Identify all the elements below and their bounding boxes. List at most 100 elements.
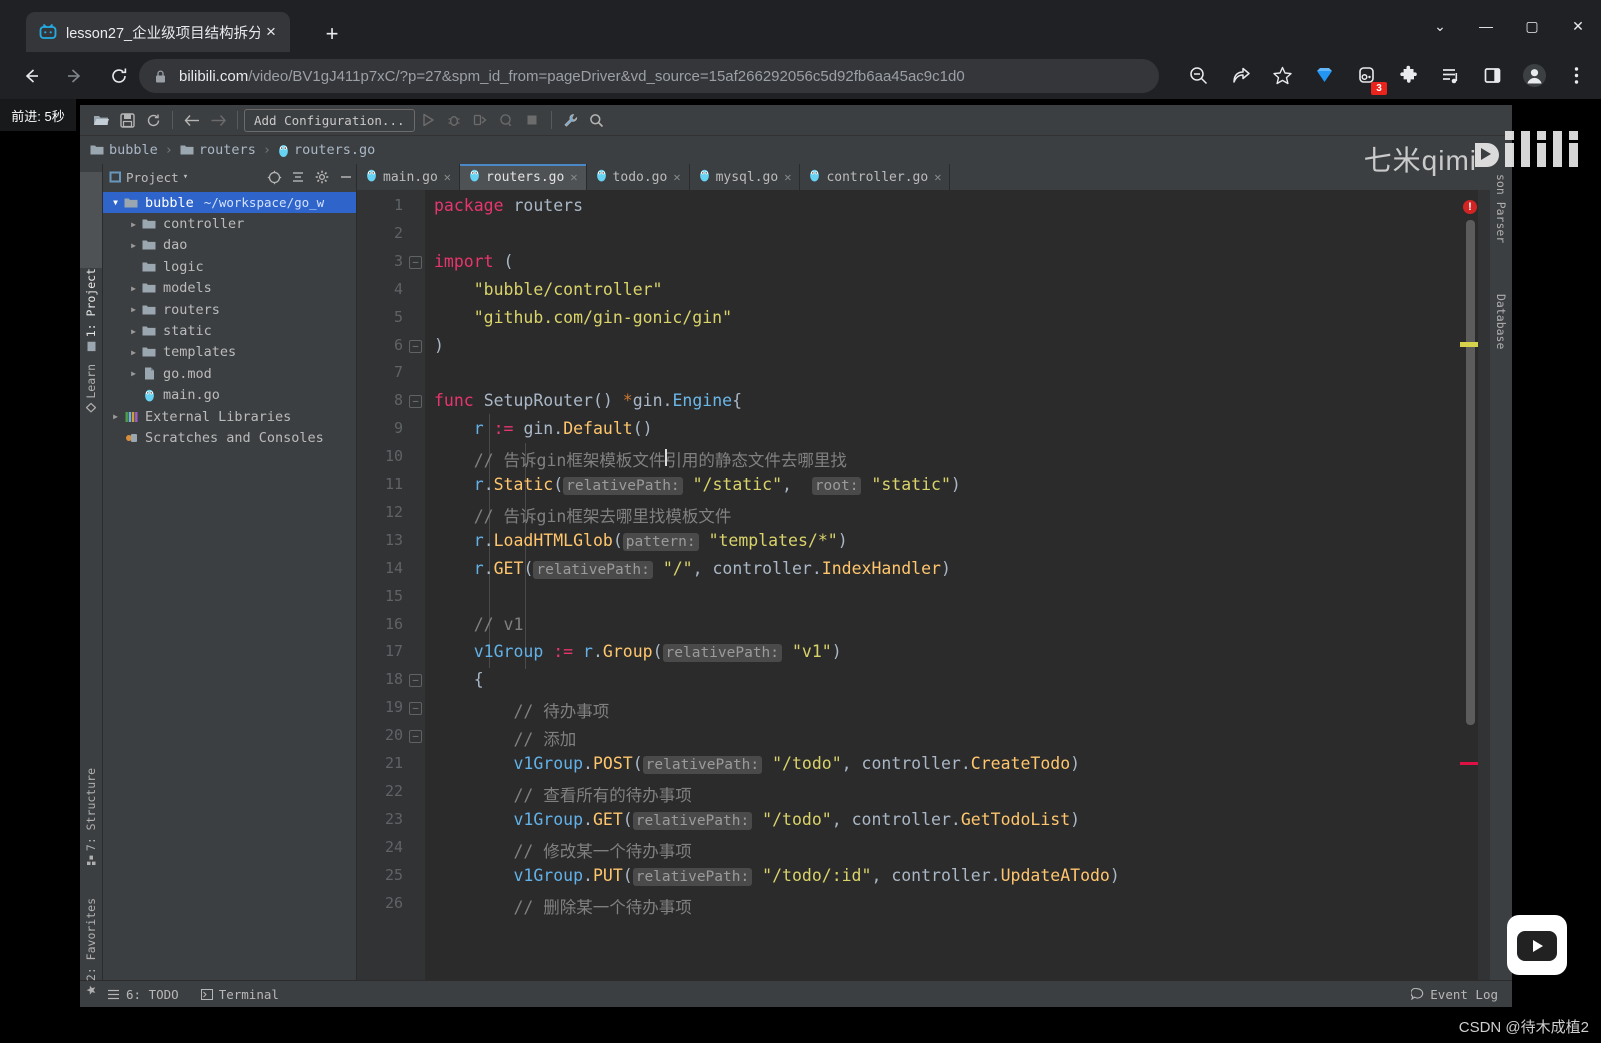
profile-icon[interactable] [1517,58,1551,92]
fold-toggle-icon[interactable] [409,339,422,353]
tree-item-routers[interactable]: ▶ routers [103,299,356,320]
run-configuration-selector[interactable]: Add Configuration... [244,108,415,132]
fold-toggle-icon[interactable] [409,702,422,716]
star-icon[interactable] [1265,58,1299,92]
close-icon[interactable]: ✕ [444,170,451,184]
diamond-icon[interactable] [1307,58,1341,92]
locate-icon[interactable] [264,167,284,187]
save-icon[interactable] [114,108,140,132]
video-player-area[interactable]: 前进: 5秒 Add Configuration... bubble › rou… [0,99,1601,1043]
disclosure-triangle-icon[interactable]: ▶ [127,369,140,378]
wrench-icon[interactable] [558,108,584,132]
close-icon[interactable]: ✕ [934,170,941,184]
disclosure-triangle-icon[interactable]: ▶ [109,412,122,421]
editor-scrollbar[interactable] [1466,220,1475,725]
project-icon [87,341,95,352]
side-panel-icon[interactable] [1475,58,1509,92]
editor-tab-bar[interactable]: main.go ✕ routers.go ✕ todo.go ✕ mysql.go ✕ cont… [357,164,1490,190]
open-folder-icon[interactable] [88,108,114,132]
run-icon[interactable] [415,108,441,132]
disclosure-triangle-icon[interactable]: ▶ [127,327,140,336]
project-tree[interactable]: ▼ bubble ~/workspace/go_w ▶ controller ▶ dao lo… [103,190,356,980]
rail-item-json-parser[interactable]: son Parser [1494,174,1508,243]
ide-forward-icon[interactable] [205,108,231,132]
reload-icon[interactable] [102,59,136,93]
close-icon[interactable]: ✕ [673,170,680,184]
disclosure-triangle-icon[interactable]: ▶ [127,241,140,250]
extension-badge-icon[interactable]: 3 [1349,58,1387,95]
tree-item-bubble[interactable]: ▼ bubble ~/workspace/go_w [103,192,356,214]
disclosure-triangle-icon[interactable]: ▶ [127,348,140,357]
warning-marker[interactable] [1460,342,1478,347]
minimize-icon[interactable]: — [1463,0,1509,52]
disclosure-triangle-icon[interactable]: ▶ [127,305,140,314]
tree-item-models[interactable]: ▶ models [103,278,356,299]
error-marker[interactable] [1460,762,1478,765]
editor-tab-routers-go[interactable]: routers.go ✕ [460,164,587,190]
disclosure-triangle-icon[interactable]: ▼ [109,198,122,207]
breadcrumb-item-bubble[interactable]: bubble [90,142,158,158]
playlist-icon[interactable] [1433,58,1467,92]
close-icon[interactable]: ✕ [570,170,577,184]
rail-item-learn[interactable]: Learn [84,364,98,413]
fold-toggle-icon[interactable] [409,730,422,744]
close-icon[interactable]: ✕ [784,170,791,184]
tree-item-templates[interactable]: ▶ templates [103,342,356,363]
debug-icon[interactable] [441,108,467,132]
address-bar[interactable]: bilibili.com/video/BV1gJ411p7xC/?p=27&sp… [139,59,1159,93]
forward-icon[interactable] [58,59,92,93]
event-log-button[interactable]: Event Log [1411,987,1512,1002]
code-area[interactable]: 1234567891011121314151617181920212223242… [357,190,1490,980]
settings-gear-icon[interactable] [312,167,332,187]
editor-tab-todo-go[interactable]: todo.go ✕ [587,164,690,190]
search-icon[interactable] [584,108,610,132]
chevron-down-icon[interactable]: ▾ [183,172,188,182]
editor-tab-main-go[interactable]: main.go ✕ [357,164,461,190]
puzzle-icon[interactable] [1391,58,1425,92]
tree-item-main-go[interactable]: main.go [103,385,356,406]
collapse-all-icon[interactable] [288,167,308,187]
rail-item-database[interactable]: Database [1494,294,1508,349]
breadcrumb-item-file[interactable]: routers.go [278,142,375,158]
hide-icon[interactable] [336,167,356,187]
share-icon[interactable] [1223,58,1257,92]
tool-window-todo[interactable]: 6: TODO [108,987,179,1002]
profile-run-icon[interactable] [493,108,519,132]
ide-back-icon[interactable] [179,108,205,132]
back-icon[interactable] [14,59,48,93]
zoom-out-icon[interactable] [1181,58,1215,92]
tool-window-terminal[interactable]: Terminal [200,987,279,1002]
coverage-icon[interactable] [467,108,493,132]
fold-toggle-icon[interactable] [409,255,422,269]
fold-toggle-icon[interactable] [409,674,422,688]
editor-tab-mysql-go[interactable]: mysql.go ✕ [690,164,801,190]
marker-track[interactable] [1460,190,1490,980]
tree-item-external-libraries[interactable]: ▶ External Libraries [103,406,356,427]
stop-icon[interactable] [519,108,545,132]
editor-tab-controller-go[interactable]: controller.go ✕ [800,164,951,190]
tree-item-logic[interactable]: logic [103,256,356,277]
fold-toggle-icon[interactable] [409,395,422,409]
browser-tab[interactable]: lesson27_企业级项目结构拆分_ × [26,12,290,52]
kebab-menu-icon[interactable] [1559,58,1593,92]
bilibili-play-logo[interactable] [1507,915,1567,975]
expand-icon[interactable]: ⌄ [1417,0,1463,52]
disclosure-triangle-icon[interactable]: ▶ [127,220,140,229]
rail-item-favorites[interactable]: 2: Favorites [84,898,98,995]
tree-item-static[interactable]: ▶ static [103,320,356,341]
tree-item-controller[interactable]: ▶ controller [103,213,356,234]
rail-item-project[interactable]: 1: Project [84,268,98,352]
source-code[interactable]: package routers import ( "bubble/controll… [425,190,1490,980]
disclosure-triangle-icon[interactable]: ▶ [127,284,140,293]
breadcrumb-item-routers[interactable]: routers [180,142,256,158]
sync-icon[interactable] [140,108,166,132]
error-count-badge[interactable]: ! [1463,200,1477,214]
rail-item-structure[interactable]: 7: Structure [84,768,98,866]
close-icon[interactable]: × [260,21,282,43]
tree-item-go-mod[interactable]: ▶ go.mod [103,363,356,384]
new-tab-button[interactable]: + [318,20,346,48]
maximize-icon[interactable]: ▢ [1509,0,1555,52]
tree-item-scratches-and-consoles[interactable]: Scratches and Consoles [103,427,356,448]
window-close-icon[interactable]: ✕ [1555,0,1601,52]
tree-item-dao[interactable]: ▶ dao [103,235,356,256]
